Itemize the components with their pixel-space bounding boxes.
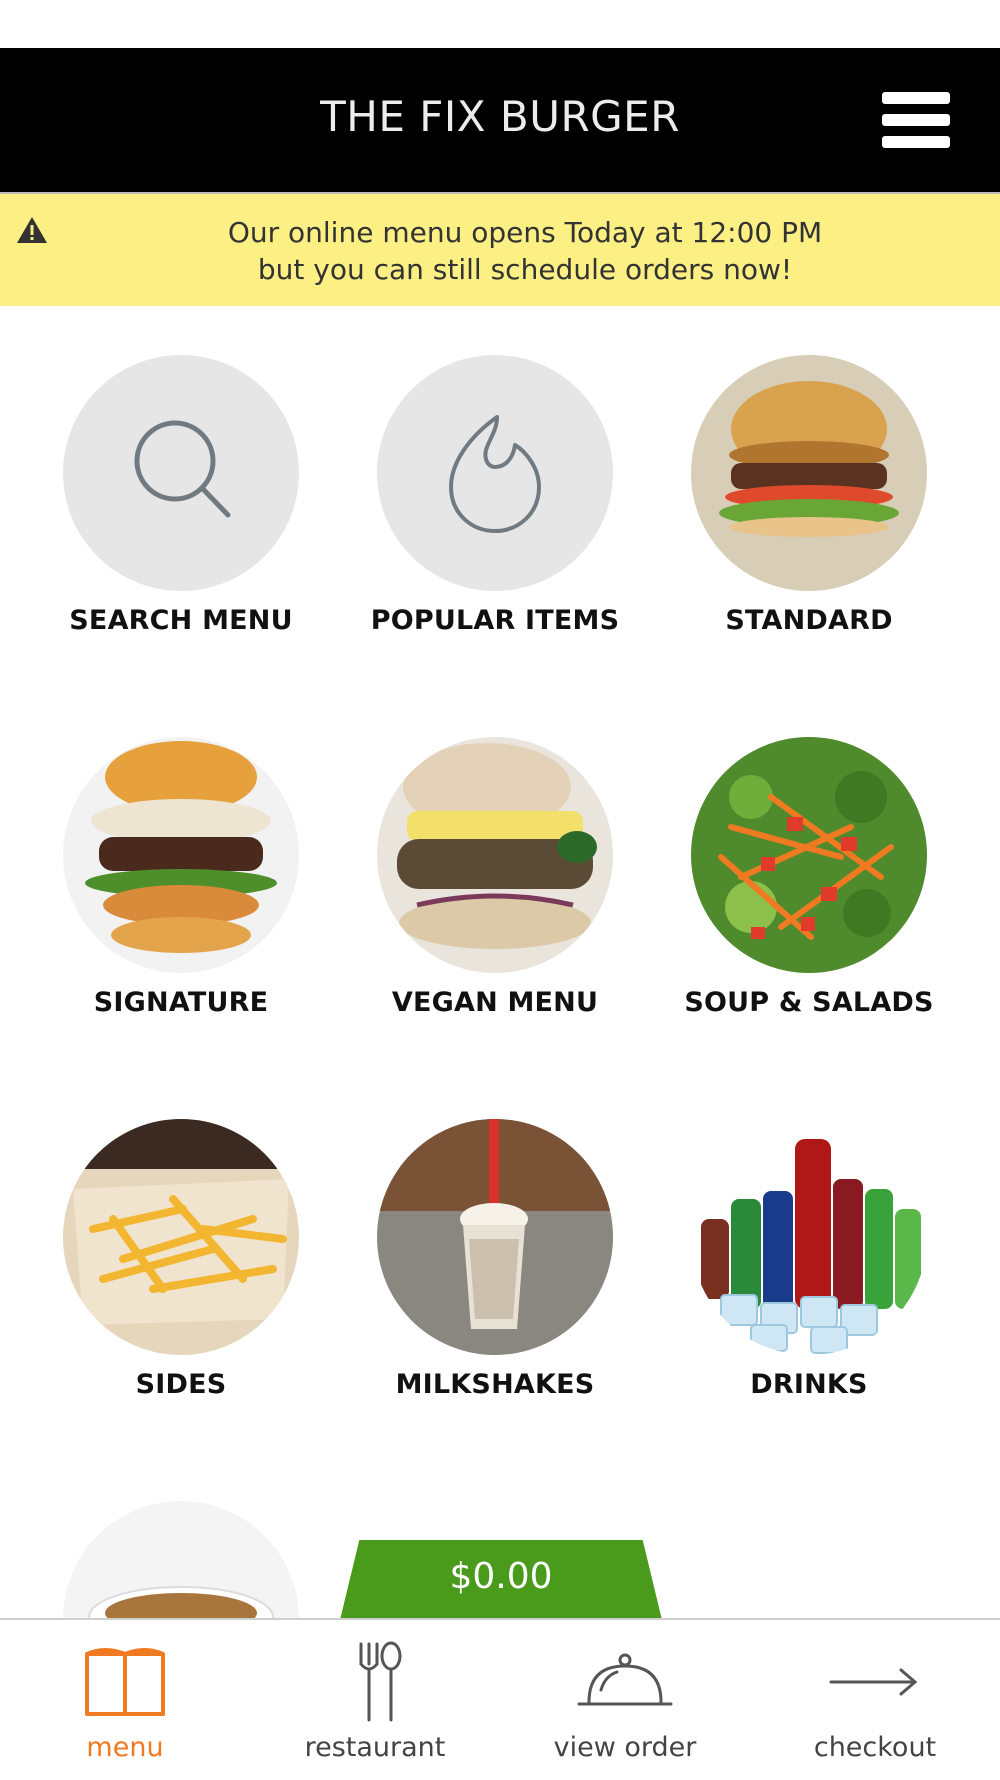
nav-checkout[interactable]: checkout [750,1620,1000,1780]
category-sides[interactable]: SIDES [41,1119,321,1400]
schedule-notice-banner: Our online menu opens Today at 12:00 PM … [0,194,1000,306]
category-label: SIGNATURE [93,987,269,1018]
category-label: SOUP & SALADS [684,987,934,1018]
search-icon [134,420,231,518]
category-label: SEARCH MENU [69,605,293,636]
category-label: DRINKS [750,1369,868,1400]
category-soup-salads[interactable]: SOUP & SALADS [669,737,949,1018]
category-popular-items[interactable]: POPULAR ITEMS [355,355,635,636]
bottom-nav: menu restaurant view order checkout [0,1618,1000,1780]
nav-restaurant[interactable]: restaurant [250,1620,500,1780]
app-title: THE FIX BURGER [320,92,680,141]
category-vegan-menu[interactable]: VEGAN MENU [355,737,635,1018]
search-menu-circle[interactable] [63,355,299,591]
standard-burger-photo[interactable] [691,355,927,591]
notice-text: Our online menu opens Today at 12:00 PM … [70,214,980,288]
notice-line-2: but you can still schedule orders now! [257,253,793,286]
hamburger-menu-icon[interactable] [882,92,950,152]
soda-bottles-photo[interactable] [691,1119,927,1355]
book-icon [85,1648,165,1716]
nav-label: menu [86,1732,164,1763]
category-label: STANDARD [725,605,893,636]
nav-label: restaurant [304,1732,446,1763]
soda-bottles-illustration [701,1139,921,1354]
category-standard[interactable]: STANDARD [669,355,949,636]
order-total-button[interactable]: $0.00 [340,1540,662,1620]
fork-spoon-icon [359,1641,402,1722]
cloche-icon [577,1653,673,1706]
burger-illustration [85,741,277,953]
vegan-burger-photo[interactable] [377,737,613,973]
category-drinks[interactable]: DRINKS [669,1119,949,1400]
popular-items-circle[interactable] [377,355,613,591]
app-header: THE FIX BURGER [0,48,1000,194]
category-search-menu[interactable]: SEARCH MENU [41,355,321,636]
signature-burger-photo[interactable] [63,737,299,973]
category-signature[interactable]: SIGNATURE [41,737,321,1018]
category-label: MILKSHAKES [395,1369,595,1400]
nav-label: view order [553,1732,697,1763]
status-bar [0,0,1000,48]
salad-photo[interactable] [691,737,927,973]
nav-label: checkout [813,1732,937,1763]
milkshake-illustration [377,1119,613,1329]
category-label: POPULAR ITEMS [370,605,620,636]
fries-illustration [63,1119,299,1325]
arrow-right-icon [829,1668,918,1696]
burger-illustration [719,381,899,537]
burger-illustration [397,743,597,949]
notice-line-1: Our online menu opens Today at 12:00 PM [227,216,823,249]
flame-icon [449,415,541,533]
category-milkshakes[interactable]: MILKSHAKES [355,1119,635,1400]
salad-illustration [718,771,894,940]
fries-photo[interactable] [63,1119,299,1355]
milkshake-photo[interactable] [377,1119,613,1355]
nav-menu[interactable]: menu [0,1620,250,1780]
nav-view-order[interactable]: view order [500,1620,750,1780]
warning-icon [17,217,47,243]
category-label: VEGAN MENU [391,987,599,1018]
category-label: SIDES [135,1369,227,1400]
